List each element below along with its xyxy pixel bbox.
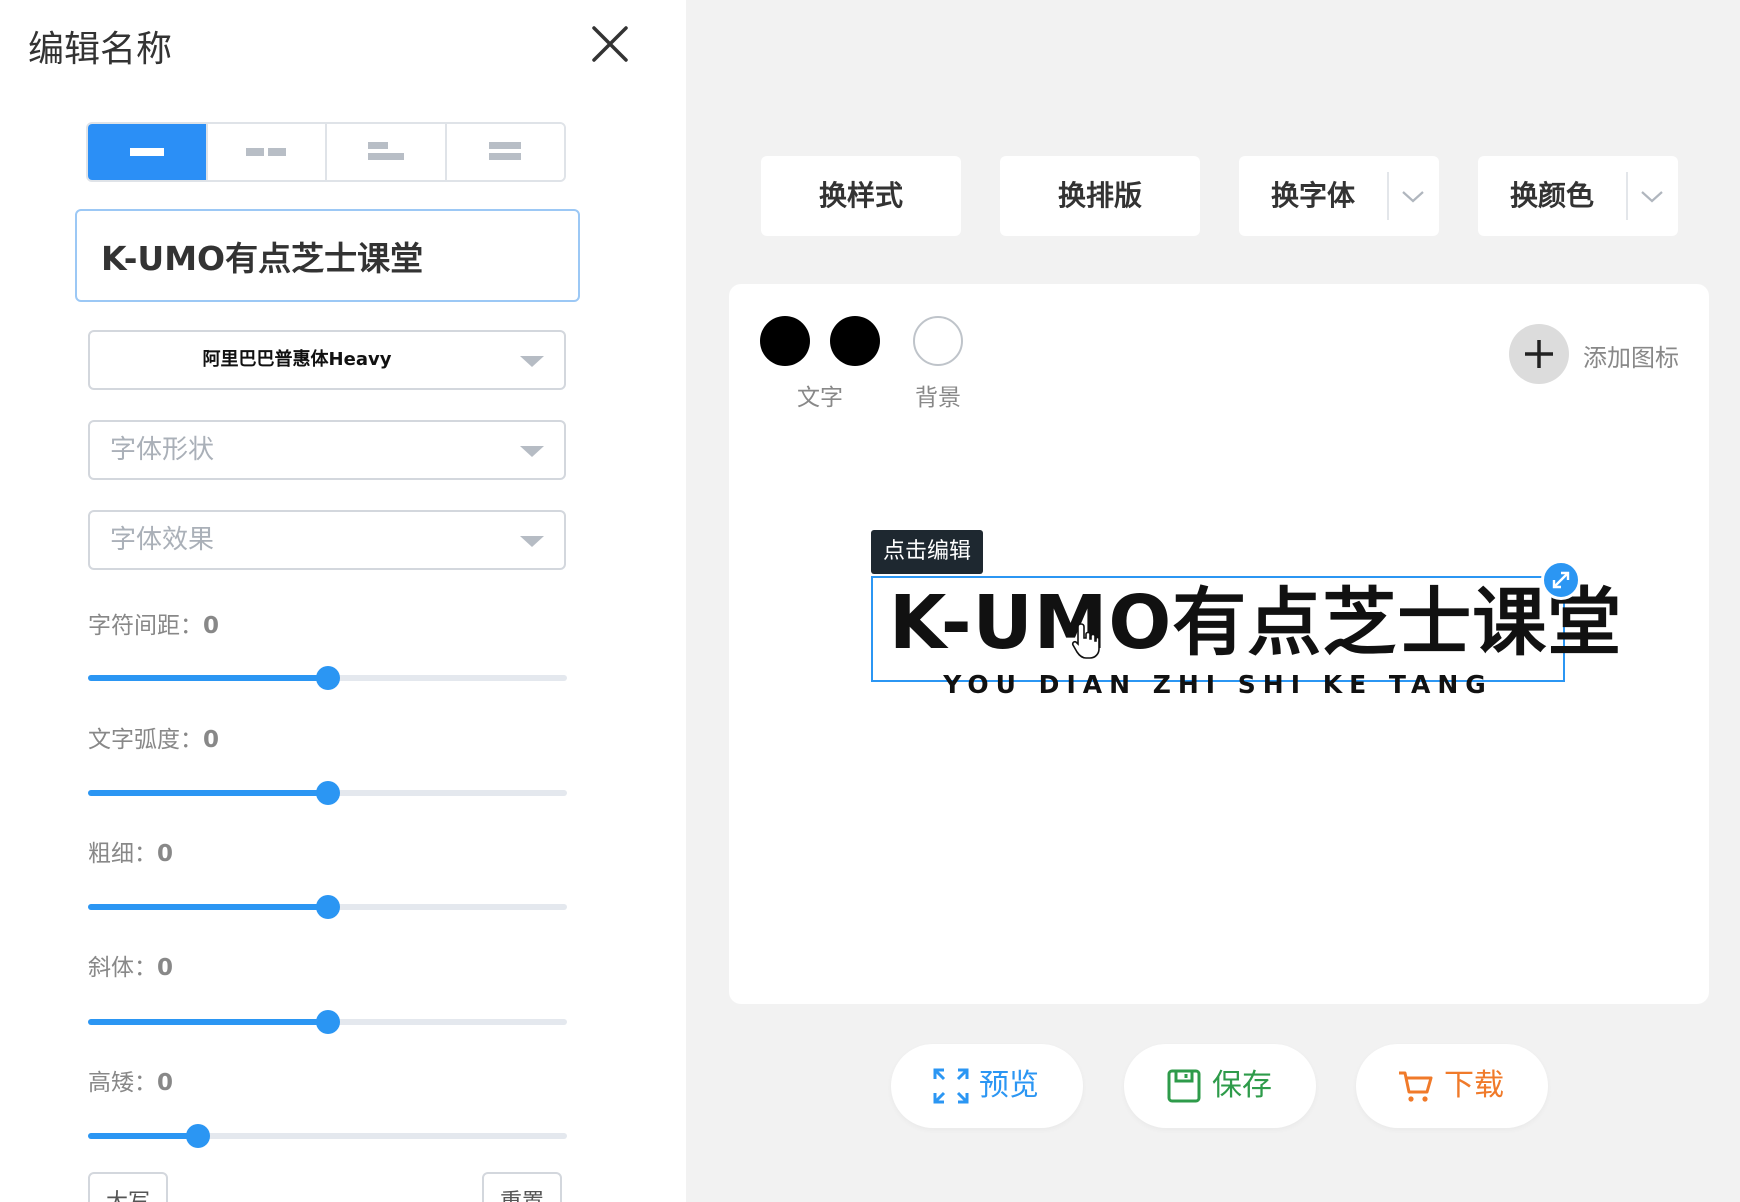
- letter-spacing-slider[interactable]: [88, 666, 567, 690]
- preview-label: 预览: [979, 1068, 1039, 1103]
- chevron-down-icon[interactable]: [1640, 184, 1664, 208]
- change-color-button[interactable]: 换颜色: [1478, 156, 1678, 236]
- italic-label: 斜体：0: [88, 955, 174, 981]
- panel-title: 编辑名称: [28, 29, 173, 70]
- weight-label: 粗细：0: [88, 841, 174, 867]
- resize-icon: [1552, 571, 1570, 589]
- font-select[interactable]: 阿里巴巴普惠体Heavy: [88, 330, 566, 390]
- shopping-cart-icon: [1399, 1071, 1433, 1102]
- click-to-edit-tooltip: 点击编辑: [871, 530, 984, 574]
- expand-icon: [933, 1068, 969, 1104]
- letter-spacing-value: 0: [203, 613, 220, 639]
- change-color-label: 换颜色: [1510, 179, 1595, 212]
- change-layout-button[interactable]: 换排版: [1000, 156, 1200, 236]
- font-shape-placeholder: 字体形状: [110, 435, 215, 465]
- height-slider[interactable]: [88, 1124, 567, 1148]
- download-button[interactable]: 下载: [1356, 1044, 1548, 1128]
- layout-tabs: [86, 122, 566, 182]
- text-arc-slider[interactable]: [88, 781, 567, 805]
- font-select-value: 阿里巴巴普惠体Heavy: [202, 349, 392, 370]
- weight-slider[interactable]: [88, 895, 567, 919]
- plus-icon: [1525, 340, 1553, 368]
- background-color-label: 背景: [915, 385, 961, 411]
- height-value: 0: [157, 1070, 174, 1096]
- text-arc-value: 0: [203, 727, 220, 753]
- layout-tab-two-line[interactable]: [444, 124, 564, 180]
- layout-tab-left-align[interactable]: [325, 124, 445, 180]
- add-icon-button[interactable]: 添加图标: [1509, 324, 1725, 384]
- close-icon: [592, 26, 628, 62]
- text-color-swatch-2[interactable]: [830, 316, 880, 366]
- change-style-label: 换样式: [818, 179, 903, 212]
- hand-cursor-icon: [1071, 623, 1100, 659]
- logo-main-text: K-UMO有点芝士课堂: [889, 580, 1623, 666]
- left-align-layout-icon: [367, 142, 404, 160]
- font-effect-select[interactable]: 字体效果: [88, 510, 566, 570]
- italic-value: 0: [157, 955, 174, 981]
- slider-thumb[interactable]: [186, 1124, 211, 1148]
- uppercase-button[interactable]: 大写: [88, 1172, 169, 1202]
- text-arc-label: 文字弧度：0: [88, 727, 220, 753]
- text-color-label: 文字: [797, 385, 843, 411]
- logo-sub-text: YOU DIAN ZHI SHI KE TANG: [943, 670, 1493, 699]
- slider-thumb[interactable]: [315, 781, 340, 805]
- layout-tab-split-line[interactable]: [205, 124, 325, 180]
- split-line-layout-icon: [246, 148, 287, 156]
- single-line-layout-icon: [129, 148, 164, 156]
- name-input[interactable]: [75, 209, 580, 302]
- save-icon: [1167, 1069, 1201, 1103]
- change-font-button[interactable]: 换字体: [1239, 156, 1439, 236]
- two-line-layout-icon: [489, 142, 522, 160]
- save-label: 保存: [1212, 1068, 1272, 1103]
- text-color-swatch-1[interactable]: [760, 316, 810, 366]
- caret-down-icon: [520, 356, 544, 367]
- slider-thumb[interactable]: [315, 666, 340, 690]
- letter-spacing-label: 字符间距：0: [88, 613, 220, 639]
- font-shape-select[interactable]: 字体形状: [88, 420, 566, 480]
- weight-value: 0: [157, 841, 174, 867]
- close-button[interactable]: [588, 22, 632, 66]
- italic-slider[interactable]: [88, 1010, 567, 1034]
- change-layout-label: 换排版: [1057, 179, 1142, 212]
- download-label: 下载: [1444, 1068, 1504, 1103]
- save-button[interactable]: 保存: [1124, 1044, 1316, 1128]
- chevron-down-icon[interactable]: [1401, 184, 1425, 208]
- change-style-button[interactable]: 换样式: [761, 156, 961, 236]
- add-icon-label: 添加图标: [1583, 344, 1679, 372]
- change-font-label: 换字体: [1271, 179, 1356, 212]
- edit-name-panel: 编辑名称 阿里巴巴普惠体Heavy 字体形状 字体效果 字符间距：0: [0, 0, 686, 1202]
- slider-thumb[interactable]: [315, 895, 340, 919]
- reset-button[interactable]: 重置: [482, 1172, 563, 1202]
- caret-down-icon: [520, 446, 544, 457]
- font-effect-placeholder: 字体效果: [110, 525, 215, 555]
- caret-down-icon: [520, 536, 544, 547]
- slider-thumb[interactable]: [315, 1010, 340, 1034]
- height-label: 高矮：0: [88, 1070, 174, 1096]
- logo-text-element[interactable]: K-UMO有点芝士课堂 YOU DIAN ZHI SHI KE TANG: [871, 576, 1621, 699]
- background-color-swatch[interactable]: [913, 316, 963, 366]
- preview-button[interactable]: 预览: [891, 1044, 1083, 1128]
- layout-tab-single-line[interactable]: [88, 124, 206, 180]
- logo-canvas: 文字 背景 添加图标 点击编辑 K-UMO有点芝士课堂 YOU DIAN ZHI…: [729, 284, 1709, 1004]
- resize-handle[interactable]: [1541, 560, 1581, 600]
